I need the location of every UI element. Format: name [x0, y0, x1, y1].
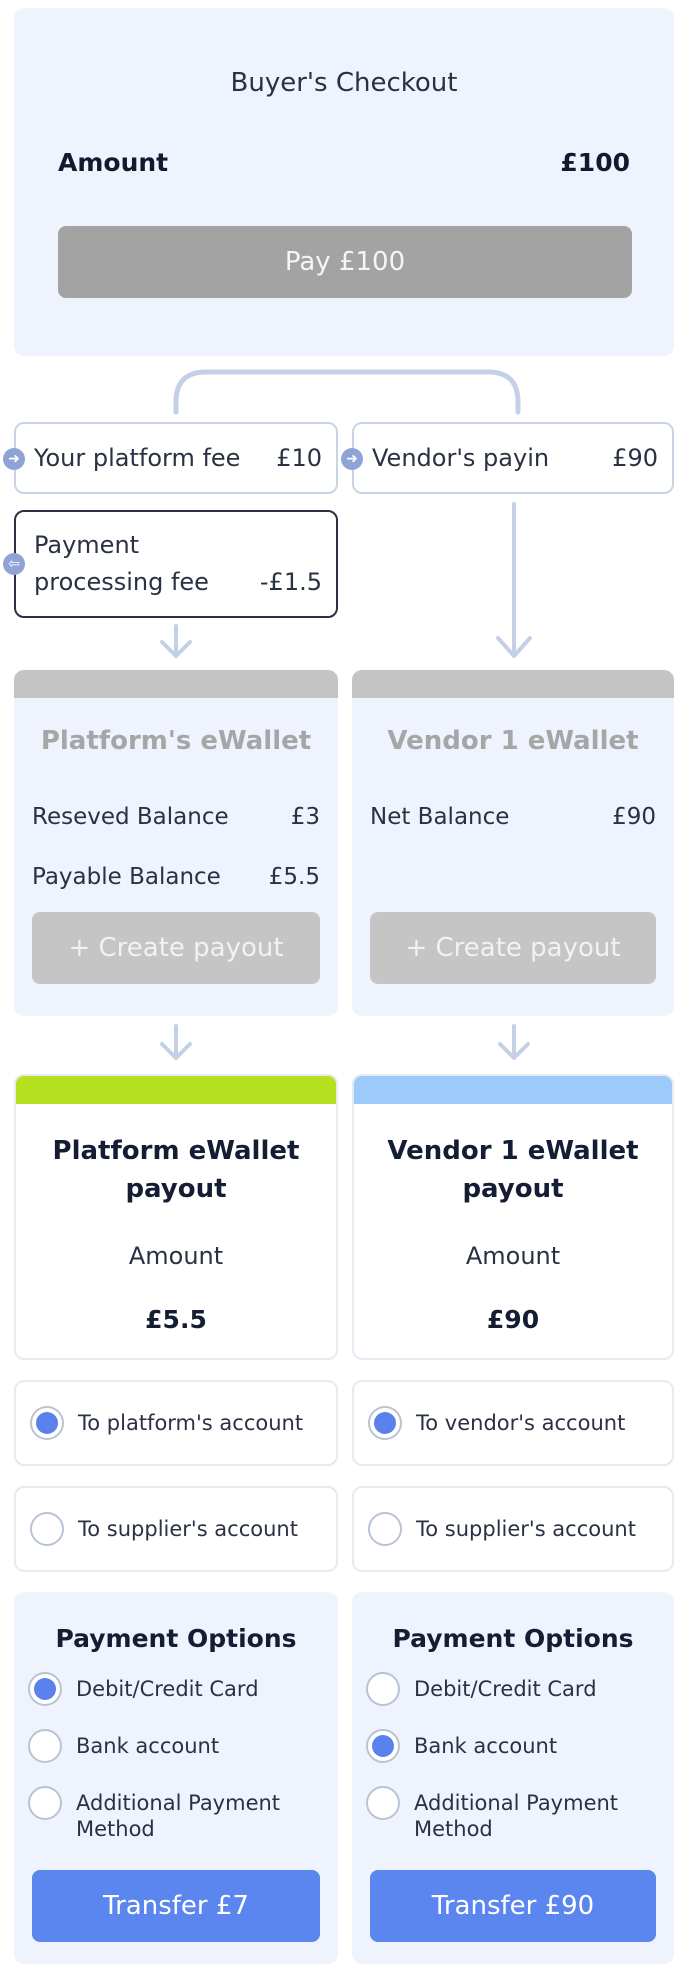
platform-ewallet-card: Platform's eWallet Reseved Balance £3 Pa…	[14, 670, 338, 1016]
platform-to-supplier-label: To supplier's account	[78, 1517, 298, 1541]
platform-payout-amount-value: £5.5	[145, 1305, 207, 1334]
radio-unselected[interactable]	[366, 1672, 400, 1706]
arrow-down-icon	[496, 502, 532, 658]
vendor-payout-title: Vendor 1 eWallet payout	[354, 1132, 672, 1208]
platform-payment-options-panel: Payment Options Debit/Credit Card Bank a…	[14, 1592, 338, 1964]
vendor-ewallet-title: Vendor 1 eWallet	[387, 726, 639, 756]
platform-to-supplier-option[interactable]: To supplier's account	[14, 1486, 338, 1572]
vendor-payin-value: £90	[612, 444, 658, 472]
vendor-option-card[interactable]: Debit/Credit Card	[366, 1672, 597, 1706]
radio-unselected[interactable]	[30, 1512, 64, 1546]
option-label: Debit/Credit Card	[76, 1677, 259, 1701]
platform-ewallet-title: Platform's eWallet	[40, 726, 312, 756]
reserved-balance-value: £3	[290, 804, 320, 830]
wallet-header-bar	[14, 670, 338, 698]
vendor-payin-label: Vendor's payin	[372, 444, 550, 472]
vendor-option-additional[interactable]: Additional Payment Method	[366, 1786, 618, 1842]
platform-fee-value: £10	[276, 444, 322, 472]
to-vendor-account-label: To vendor's account	[416, 1411, 626, 1435]
vendor-to-supplier-label: To supplier's account	[416, 1517, 636, 1541]
radio-selected[interactable]	[30, 1406, 64, 1440]
platform-accent-bar	[16, 1076, 336, 1104]
processing-fee-label-line1: Payment	[34, 531, 140, 559]
platform-option-additional[interactable]: Additional Payment Method	[28, 1786, 280, 1842]
platform-create-payout-button[interactable]: + Create payout	[32, 912, 320, 984]
option-label: Bank account	[76, 1734, 220, 1758]
arrow-left-icon: ⇦	[3, 553, 25, 575]
to-platform-account-label: To platform's account	[78, 1411, 304, 1435]
vendor-transfer-button[interactable]: Transfer £90	[370, 1870, 656, 1942]
to-platform-account-option[interactable]: To platform's account	[14, 1380, 338, 1466]
radio-selected[interactable]	[366, 1729, 400, 1763]
vendor-accent-bar	[354, 1076, 672, 1104]
wallet-header-bar	[352, 670, 674, 698]
to-vendor-account-option[interactable]: To vendor's account	[352, 1380, 674, 1466]
radio-unselected[interactable]	[28, 1729, 62, 1763]
platform-payout-amount-label: Amount	[128, 1242, 224, 1270]
split-bracket	[173, 369, 521, 415]
vendor-ewallet-card: Vendor 1 eWallet Net Balance £90 + Creat…	[352, 670, 674, 1016]
option-label-line2: Method	[414, 1817, 493, 1841]
platform-option-bank[interactable]: Bank account	[28, 1729, 219, 1763]
vendor-payout-amount-value: £90	[486, 1305, 540, 1334]
option-label: Additional Payment	[414, 1791, 619, 1815]
platform-option-card[interactable]: Debit/Credit Card	[28, 1672, 259, 1706]
vendor-payment-options-title: Payment Options	[392, 1624, 634, 1653]
processing-fee-pill: Payment processing fee -£1.5	[14, 510, 338, 618]
vendor-create-payout-button[interactable]: + Create payout	[370, 912, 656, 984]
radio-unselected[interactable]	[366, 1786, 400, 1820]
net-balance-label: Net Balance	[370, 804, 510, 830]
platform-payout-title: Platform eWallet payout	[16, 1132, 336, 1208]
processing-fee-label-line2: processing fee	[34, 568, 209, 596]
option-label: Additional Payment	[76, 1791, 281, 1815]
vendor-payin-pill: Vendor's payin £90	[352, 422, 674, 494]
option-label: Debit/Credit Card	[414, 1677, 597, 1701]
radio-unselected[interactable]	[368, 1512, 402, 1546]
payable-balance-value: £5.5	[268, 864, 320, 890]
reserved-balance-label: Reseved Balance	[32, 804, 229, 830]
radio-selected[interactable]	[368, 1406, 402, 1440]
platform-payout-title-line2: payout	[125, 1174, 227, 1204]
vendor-payout-title-line1: Vendor 1 eWallet	[387, 1136, 639, 1166]
platform-payout-title-line1: Platform eWallet	[52, 1136, 300, 1166]
platform-fee-label: Your platform fee	[34, 444, 241, 472]
platform-transfer-button[interactable]: Transfer £7	[32, 1870, 320, 1942]
platform-fee-pill: Your platform fee £10	[14, 422, 338, 494]
arrow-right-icon: ➜	[3, 448, 25, 470]
vendor-payment-options-panel: Payment Options Debit/Credit Card Bank a…	[352, 1592, 674, 1964]
arrow-down-icon	[160, 1024, 192, 1060]
vendor-payout-amount-label: Amount	[465, 1242, 561, 1270]
vendor-option-bank[interactable]: Bank account	[366, 1729, 557, 1763]
payable-balance-label: Payable Balance	[32, 864, 221, 890]
net-balance-value: £90	[612, 804, 656, 830]
option-label-line2: Method	[76, 1817, 155, 1841]
arrow-down-icon	[498, 1024, 530, 1060]
radio-selected[interactable]	[28, 1672, 62, 1706]
platform-payout-card: Platform eWallet payout Amount £5.5	[14, 1074, 338, 1360]
processing-fee-value: -£1.5	[259, 568, 322, 596]
arrow-right-icon: ➜	[341, 448, 363, 470]
arrow-down-icon	[160, 624, 192, 658]
vendor-payout-title-line2: payout	[462, 1174, 564, 1204]
vendor-to-supplier-option[interactable]: To supplier's account	[352, 1486, 674, 1572]
radio-unselected[interactable]	[28, 1786, 62, 1820]
platform-payment-options-title: Payment Options	[55, 1624, 297, 1653]
option-label: Bank account	[414, 1734, 558, 1758]
vendor-payout-card: Vendor 1 eWallet payout Amount £90	[352, 1074, 674, 1360]
